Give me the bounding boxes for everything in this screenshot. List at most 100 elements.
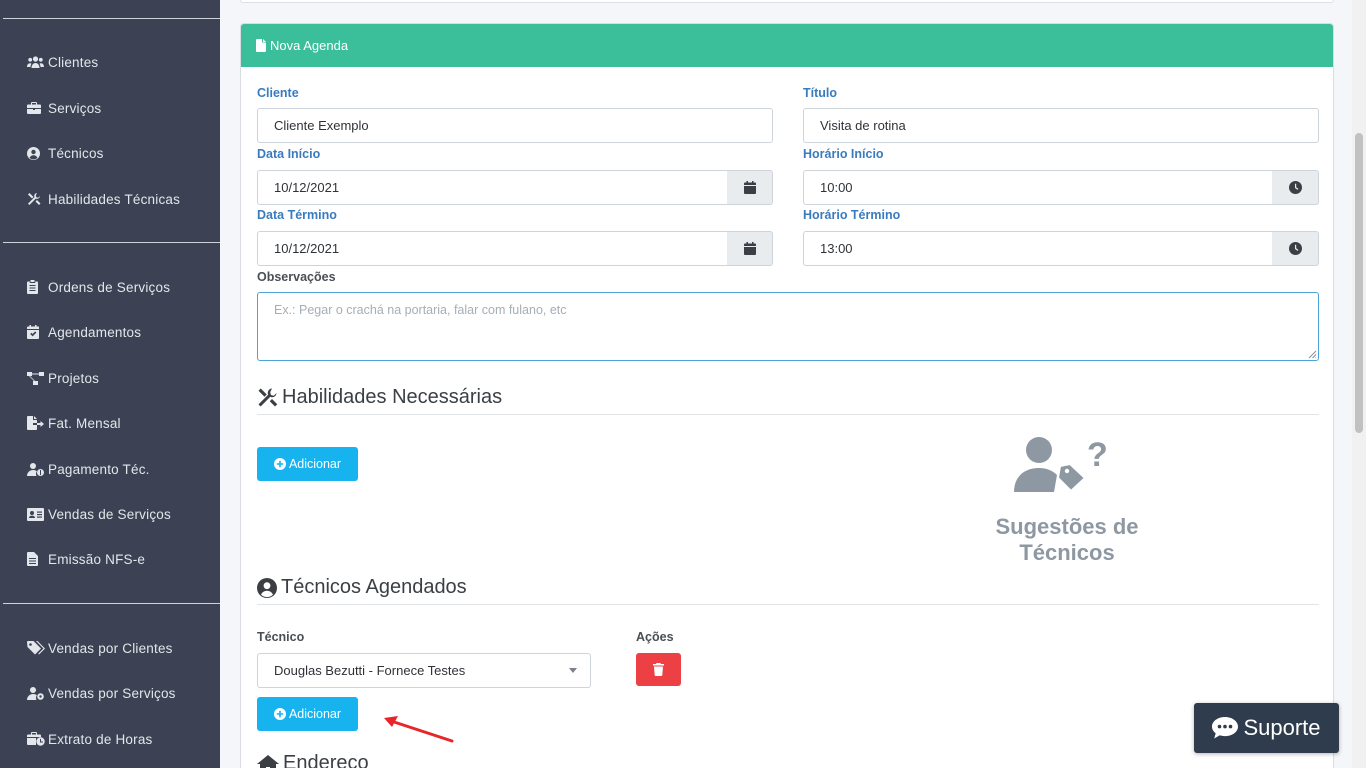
sidebar-item-label: Agendamentos xyxy=(48,324,142,340)
tecnicos-title-text: Técnicos Agendados xyxy=(281,576,467,598)
sidebar-item-vendas-servicos[interactable]: Vendas de Serviços xyxy=(27,503,171,525)
user-circle-icon xyxy=(27,146,45,160)
cliente-input[interactable]: Cliente Exemplo xyxy=(257,108,773,143)
horario-inicio-label: Horário Início xyxy=(803,147,884,161)
annotation-arrow-icon xyxy=(384,716,454,743)
sidebar-item-ordens[interactable]: Ordens de Serviços xyxy=(27,276,170,298)
add-tecnico-button[interactable]: Adicionar xyxy=(257,697,358,731)
sidebar-divider xyxy=(3,18,220,19)
file-icon xyxy=(256,39,266,52)
data-inicio-calendar-button[interactable] xyxy=(727,170,773,205)
plus-circle-icon xyxy=(273,458,286,470)
sidebar-item-label: Técnicos xyxy=(48,145,104,161)
sidebar-item-servicos[interactable]: Serviços xyxy=(27,97,101,119)
sidebar-item-label: Emissão NFS-e xyxy=(48,551,146,567)
add-button-label: Adicionar xyxy=(288,707,342,721)
briefcase-icon xyxy=(27,101,45,115)
svg-text:?: ? xyxy=(1087,436,1108,474)
scrollbar-thumb[interactable] xyxy=(1355,133,1363,433)
sidebar-divider xyxy=(3,242,220,243)
data-inicio-label: Data Início xyxy=(257,147,321,161)
habilidades-title-text: Habilidades Necessárias xyxy=(282,386,503,408)
page-scrollbar[interactable] xyxy=(1352,0,1366,768)
sidebar-item-label: Vendas por Clientes xyxy=(48,640,173,656)
data-termino-input[interactable]: 10/12/2021 xyxy=(257,231,728,266)
sidebar-divider xyxy=(3,603,220,604)
sidebar-item-projetos[interactable]: Projetos xyxy=(27,367,99,389)
delete-tecnico-button[interactable] xyxy=(636,653,681,686)
horario-inicio-input[interactable]: 10:00 xyxy=(803,170,1273,205)
sidebar-item-label: Vendas de Serviços xyxy=(48,506,171,522)
chat-bubble-icon xyxy=(1212,717,1239,739)
titulo-input[interactable]: Visita de rotina xyxy=(803,108,1319,143)
card-header: Nova Agenda xyxy=(241,24,1333,67)
tags-icon xyxy=(27,641,45,655)
sidebar-item-label: Projetos xyxy=(48,370,100,386)
clipboard-icon xyxy=(27,280,45,294)
sidebar-item-agendamentos[interactable]: Agendamentos xyxy=(27,321,141,343)
sidebar-item-label: Pagamento Téc. xyxy=(48,461,150,477)
sidebar: Clientes Serviços Técnicos Habilidades T… xyxy=(0,0,220,768)
horario-termino-input[interactable]: 13:00 xyxy=(803,231,1273,266)
sidebar-item-tecnicos[interactable]: Técnicos xyxy=(27,142,104,164)
sidebar-item-label: Vendas por Serviços xyxy=(48,685,176,701)
section-rule xyxy=(257,414,1319,415)
endereco-title-text: Endereço xyxy=(283,752,369,768)
trash-icon xyxy=(653,663,664,676)
user-tag-question-icon: ? xyxy=(1014,436,1108,493)
card-title: Nova Agenda xyxy=(270,38,349,53)
suporte-label: Suporte xyxy=(1243,715,1321,740)
data-termino-label: Data Término xyxy=(257,208,337,222)
sidebar-item-vendas-servicos-rel[interactable]: Vendas por Serviços xyxy=(27,682,176,704)
horario-termino-label: Horário Término xyxy=(803,208,901,222)
cliente-label: Cliente xyxy=(257,86,299,100)
observacoes-label: Observações xyxy=(257,270,336,284)
acoes-column-label: Ações xyxy=(636,630,674,644)
titulo-label: Título xyxy=(803,86,838,100)
sidebar-item-pagamento-tec[interactable]: Pagamento Téc. xyxy=(27,458,150,480)
plus-circle-icon xyxy=(273,708,286,720)
users-icon xyxy=(27,55,45,69)
user-dollar-icon xyxy=(27,462,45,476)
add-habilidade-button[interactable]: Adicionar xyxy=(257,447,358,481)
nova-agenda-card: Nova Agenda Cliente Cliente Exemplo Títu… xyxy=(240,23,1334,768)
home-icon xyxy=(257,754,279,768)
section-rule xyxy=(257,604,1319,605)
clock-icon xyxy=(1288,181,1302,194)
tecnicos-title: Técnicos Agendados xyxy=(257,576,467,599)
file-invoice-icon xyxy=(27,552,45,566)
resize-handle-icon[interactable] xyxy=(1308,350,1317,359)
sugestoes-tecnicos-label: Sugestões de Técnicos xyxy=(995,514,1139,565)
previous-card-bottom xyxy=(240,0,1334,3)
sidebar-item-label: Habilidades Técnicas xyxy=(48,191,181,207)
sidebar-item-fat-mensal[interactable]: Fat. Mensal xyxy=(27,412,121,434)
sidebar-item-label: Ordens de Serviços xyxy=(48,279,171,295)
user-circle-icon xyxy=(257,577,277,598)
add-button-label: Adicionar xyxy=(288,457,342,471)
sidebar-item-vendas-clientes[interactable]: Vendas por Clientes xyxy=(27,637,173,659)
data-termino-calendar-button[interactable] xyxy=(727,231,773,266)
sidebar-item-label: Clientes xyxy=(48,54,99,70)
data-inicio-input[interactable]: 10/12/2021 xyxy=(257,170,728,205)
tecnico-column-label: Técnico xyxy=(257,630,305,644)
clock-icon xyxy=(1288,242,1302,255)
tools-icon xyxy=(258,388,278,407)
suporte-button[interactable]: Suporte xyxy=(1194,703,1339,753)
horario-inicio-clock-button[interactable] xyxy=(1272,170,1319,205)
tecnico-selected-value: Douglas Bezutti - Fornece Testes xyxy=(274,663,466,678)
user-cog-icon xyxy=(27,686,45,700)
sidebar-item-extrato-horas[interactable]: Extrato de Horas xyxy=(27,728,153,750)
habilidades-title: Habilidades Necessárias xyxy=(257,386,502,409)
sidebar-item-habilidades[interactable]: Habilidades Técnicas xyxy=(27,188,180,210)
horario-termino-clock-button[interactable] xyxy=(1272,231,1319,266)
sidebar-item-clientes[interactable]: Clientes xyxy=(27,51,98,73)
endereco-title: Endereço xyxy=(257,752,369,768)
calendar-icon xyxy=(743,181,756,194)
sidebar-item-emissao-nfse[interactable]: Emissão NFS-e xyxy=(27,548,145,570)
sidebar-item-label: Extrato de Horas xyxy=(48,731,153,747)
observacoes-textarea[interactable]: Ex.: Pegar o crachá na portaria, falar c… xyxy=(257,292,1319,361)
project-diagram-icon xyxy=(27,371,45,385)
observacoes-placeholder: Ex.: Pegar o crachá na portaria, falar c… xyxy=(274,303,567,317)
tecnico-select[interactable]: Douglas Bezutti - Fornece Testes xyxy=(257,653,591,688)
file-export-icon xyxy=(27,416,45,430)
